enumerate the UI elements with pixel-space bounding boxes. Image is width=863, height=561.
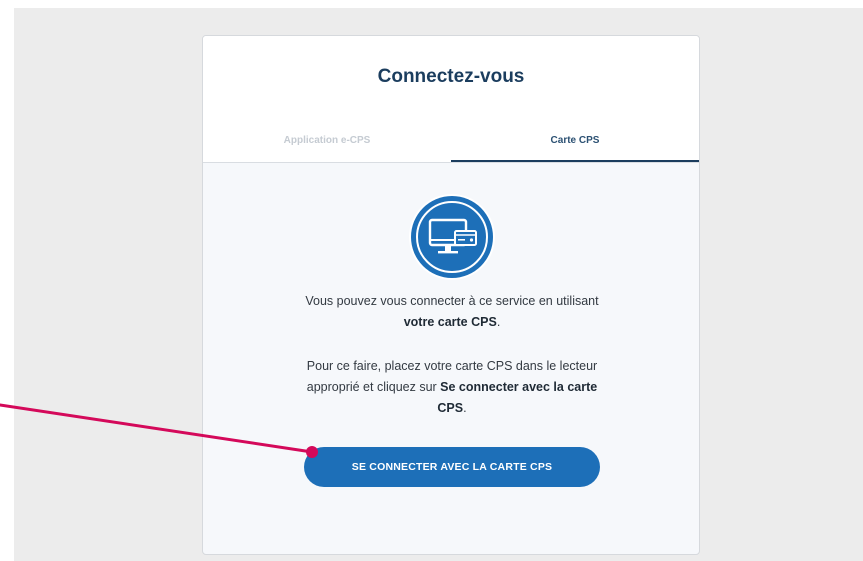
auth-tabs: Application e-CPS Carte CPS [203,126,699,162]
instruction-paragraph-1: Vous pouvez vous connecter à ce service … [305,294,599,329]
card-header: Connectez-vous Application e-CPS Carte C… [203,36,699,163]
connect-with-cps-card-button[interactable]: SE CONNECTER AVEC LA CARTE CPS [304,447,600,487]
instruction-paragraph-2: Pour ce faire, placez votre carte CPS da… [306,359,598,415]
tab-carte-cps[interactable]: Carte CPS [451,126,699,162]
page-title: Connectez-vous [377,66,525,87]
emphasis-votre-carte-cps: votre carte CPS [403,315,497,329]
computer-with-card-reader-icon [408,193,496,281]
emphasis-se-connecter: Se connecter avec la carte CPS [437,380,598,415]
tab-application-ecps[interactable]: Application e-CPS [203,126,451,162]
login-card: Connectez-vous Application e-CPS Carte C… [202,35,700,555]
